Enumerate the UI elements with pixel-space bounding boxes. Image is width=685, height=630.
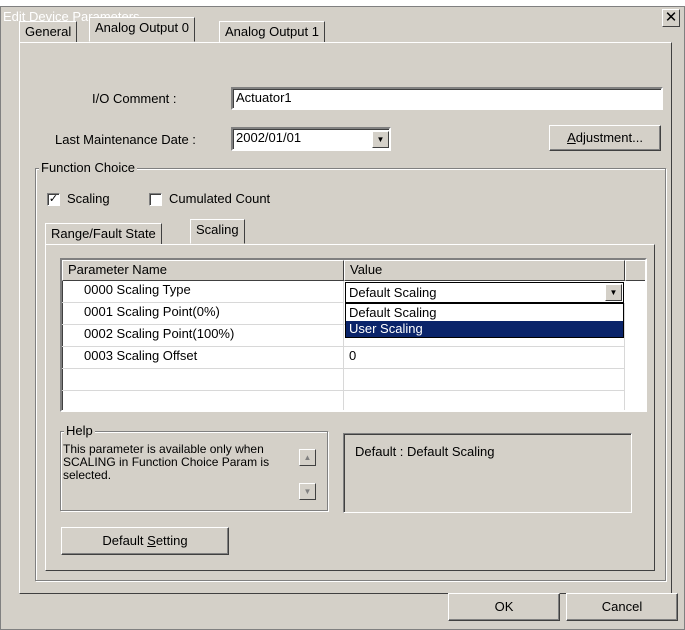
- adjustment-button[interactable]: Adjustment...: [549, 125, 661, 151]
- io-comment-label: I/O Comment :: [92, 91, 177, 106]
- date-dropdown-arrow-icon[interactable]: ▼: [372, 131, 389, 148]
- scaling-checkbox[interactable]: ✓: [47, 193, 60, 206]
- dropdown-option-default-scaling[interactable]: Default Scaling: [346, 305, 623, 321]
- default-setting-button[interactable]: Default Setting: [61, 527, 229, 555]
- scaling-type-selected-value: Default Scaling: [349, 285, 437, 300]
- default-value-box: Default : Default Scaling: [343, 433, 632, 513]
- table-row-empty: [344, 369, 625, 391]
- help-title: Help: [64, 423, 95, 438]
- table-row-name[interactable]: 0000 Scaling Type: [62, 281, 344, 303]
- scaling-subpanel: Parameter Name Value 0000 Scaling Type 0…: [45, 244, 655, 571]
- scaling-type-dropdown-list[interactable]: Default Scaling User Scaling: [345, 303, 624, 338]
- table-row-empty: [344, 391, 625, 410]
- default-setting-button-label: Default Setting: [102, 533, 188, 548]
- table-row-name[interactable]: 0001 Scaling Point(0%): [62, 303, 344, 325]
- combobox-dropdown-arrow-icon[interactable]: ▼: [605, 284, 622, 301]
- subtab-scaling[interactable]: Scaling: [190, 219, 245, 244]
- dropdown-option-user-scaling[interactable]: User Scaling: [346, 321, 623, 337]
- parameter-grid: Parameter Name Value 0000 Scaling Type 0…: [60, 258, 647, 412]
- tab-general[interactable]: General: [19, 21, 78, 43]
- adjustment-button-label: Adjustment...: [567, 130, 643, 145]
- column-header-parameter-name[interactable]: Parameter Name: [62, 260, 344, 281]
- table-row-empty: [62, 369, 344, 391]
- table-row-empty: [62, 391, 344, 410]
- maintenance-date-picker[interactable]: 2002/01/01: [231, 127, 391, 151]
- analog-output-0-panel: I/O Comment : Actuator1 Last Maintenance…: [19, 42, 672, 594]
- last-maintenance-date-label: Last Maintenance Date :: [55, 132, 196, 147]
- maintenance-date-value: 2002/01/01: [236, 130, 302, 145]
- column-header-filler: [625, 260, 645, 281]
- help-scroll-up-icon[interactable]: ▲: [299, 449, 316, 466]
- cancel-button[interactable]: Cancel: [566, 593, 678, 621]
- default-value-text: Default : Default Scaling: [355, 444, 495, 459]
- scaling-checkbox-label: Scaling: [67, 191, 110, 206]
- cumulated-count-label: Cumulated Count: [169, 191, 271, 206]
- close-icon[interactable]: ✕: [662, 9, 680, 27]
- tab-analog-output-1[interactable]: Analog Output 1: [219, 21, 325, 43]
- tab-analog-output-0[interactable]: Analog Output 0: [89, 17, 195, 42]
- edit-device-parameters-dialog: Edit Device Parameters ✕ General Analog …: [0, 6, 685, 630]
- table-row-name[interactable]: 0003 Scaling Offset: [62, 347, 344, 369]
- table-row-name[interactable]: 0002 Scaling Point(100%): [62, 325, 344, 347]
- help-scroll-down-icon[interactable]: ▼: [299, 483, 316, 500]
- io-comment-input[interactable]: Actuator1: [231, 87, 663, 110]
- function-choice-title: Function Choice: [39, 160, 137, 175]
- column-header-value[interactable]: Value: [344, 260, 625, 281]
- ok-button[interactable]: OK: [448, 593, 560, 621]
- scaling-type-combobox[interactable]: Default Scaling ▼: [345, 282, 624, 303]
- table-row-value[interactable]: 0: [344, 347, 625, 369]
- cumulated-count-checkbox[interactable]: [149, 193, 162, 206]
- subtab-range-fault-state[interactable]: Range/Fault State: [45, 223, 162, 245]
- help-text: This parameter is available only when SC…: [63, 442, 270, 482]
